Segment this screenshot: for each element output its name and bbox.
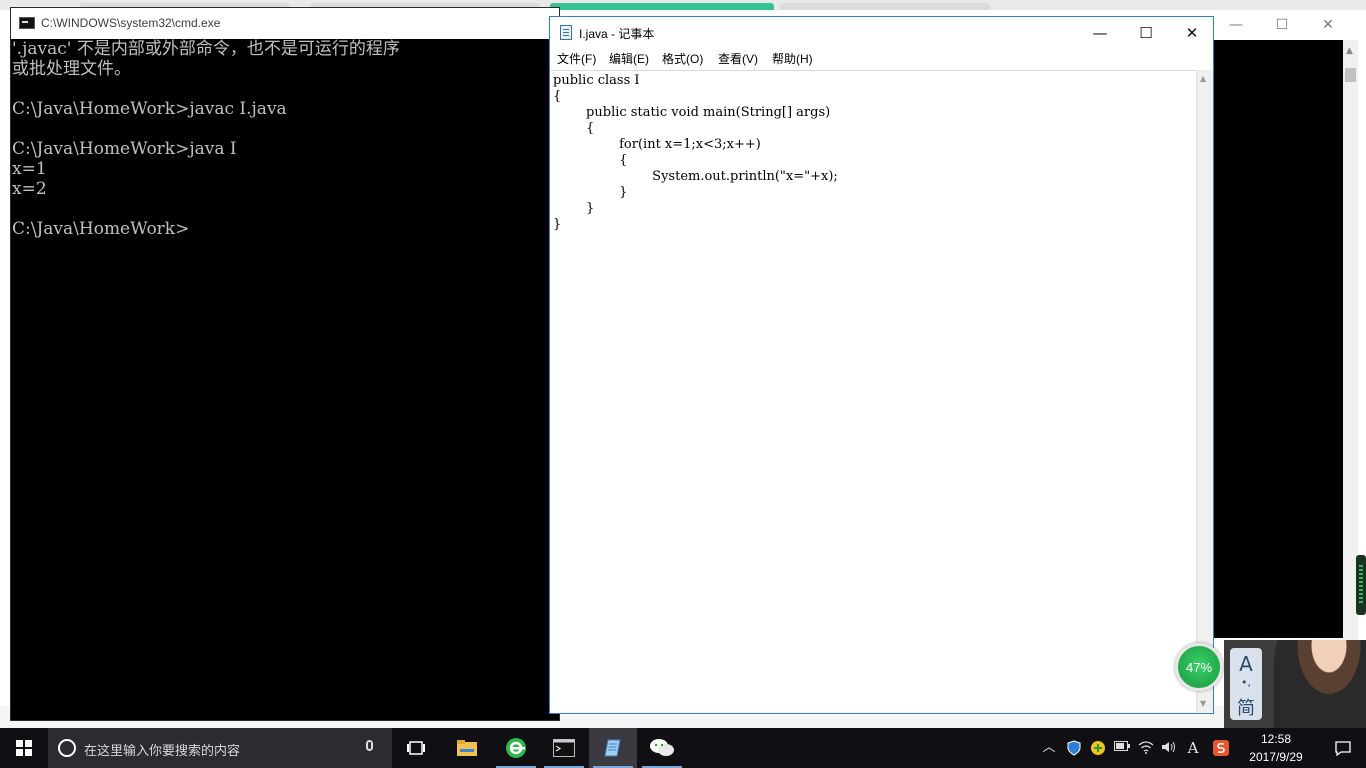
security-plus-icon[interactable] — [1090, 740, 1106, 756]
taskbar: 在这里输入你要搜索的内容 ︿ A 12:58 2017/9/29 — [0, 728, 1366, 768]
menu-edit[interactable]: 编辑(E) — [609, 50, 649, 67]
notepad-icon — [560, 25, 572, 40]
windows-icon — [16, 740, 32, 756]
notepad-window-title: I.java - 记事本 — [579, 27, 655, 41]
cmd-titlebar[interactable]: C:\WINDOWS\system32\cmd.exe — [11, 8, 559, 39]
notepad-titlebar[interactable]: I.java - 记事本 — ☐ ✕ — [550, 17, 1213, 48]
taskbar-clock[interactable]: 12:58 2017/9/29 — [1236, 730, 1316, 766]
memory-speed-ball[interactable]: 47% — [1175, 643, 1223, 691]
source-code-text: public class I { public static void main… — [553, 73, 838, 232]
browser-tab[interactable] — [780, 3, 990, 10]
console-prompt-line: C:\Java\HomeWork> — [12, 219, 190, 239]
taskbar-app-notepad[interactable] — [589, 728, 637, 768]
scroll-up-icon[interactable]: ▲ — [1346, 46, 1353, 56]
terminal-icon — [19, 17, 35, 29]
cmd-window[interactable]: C:\WINDOWS\system32\cmd.exe '.javac' 不是内… — [11, 8, 559, 720]
wifi-icon[interactable] — [1138, 740, 1154, 756]
menu-help[interactable]: 帮助(H) — [772, 50, 813, 67]
scroll-down-icon[interactable]: ▼ — [1200, 699, 1206, 708]
minimize-button[interactable]: — — [1077, 17, 1123, 48]
clock-time: 12:58 — [1260, 732, 1292, 746]
ime-simplified-glyph[interactable]: 简 — [1230, 694, 1262, 720]
notification-icon — [1335, 740, 1351, 756]
volume-icon[interactable] — [1161, 740, 1177, 756]
sogou-ime-icon[interactable] — [1213, 740, 1229, 756]
browser-window-controls: — ☐ ✕ — [1213, 10, 1366, 40]
shield-icon[interactable] — [1066, 740, 1082, 756]
console-line: x=2 — [12, 179, 47, 199]
system-tray — [1036, 728, 1366, 768]
taskbar-app-wechat[interactable] — [638, 728, 686, 768]
notepad-vertical-scrollbar[interactable]: ▲ ▼ — [1196, 70, 1213, 712]
minimize-icon[interactable]: — — [1213, 10, 1259, 40]
memory-usage-label: 47% — [1185, 659, 1213, 675]
taskbar-app-file-explorer[interactable] — [443, 728, 491, 768]
browser-tab-active[interactable] — [550, 3, 774, 10]
side-panel-handle[interactable] — [1356, 555, 1366, 615]
cmd-window-title: C:\WINDOWS\system32\cmd.exe — [41, 16, 221, 30]
notepad-icon — [604, 739, 621, 757]
taskbar-app-360-browser[interactable] — [492, 728, 540, 768]
chevron-up-icon[interactable]: ︿ — [1041, 740, 1057, 756]
browser-icon — [506, 738, 526, 758]
notepad-text-area[interactable]: public class I { public static void main… — [551, 70, 1196, 713]
task-view-button[interactable] — [392, 728, 440, 768]
console-line: x=1 — [12, 159, 47, 179]
maximize-icon[interactable]: ☐ — [1259, 10, 1305, 40]
browser-content-area — [1213, 40, 1343, 638]
action-center-button[interactable] — [1320, 728, 1366, 768]
task-view-icon — [407, 741, 425, 755]
input-language-indicator[interactable]: A — [1185, 740, 1201, 756]
wechat-icon — [650, 739, 674, 756]
console-line: '.javac' 不是内部或外部命令，也不是可运行的程序 — [12, 39, 400, 59]
scrollbar-thumb[interactable] — [1345, 68, 1356, 82]
menu-view[interactable]: 查看(V) — [718, 50, 758, 67]
menu-file[interactable]: 文件(F) — [557, 50, 596, 67]
ime-mode-glyph[interactable]: A — [1230, 652, 1262, 676]
console-line: C:\Java\HomeWork>java I — [12, 139, 237, 159]
taskbar-search-box[interactable]: 在这里输入你要搜索的内容 — [48, 728, 392, 768]
ime-floating-toolbar: A •, 简 — [1224, 640, 1366, 728]
folder-icon — [457, 740, 477, 756]
scroll-up-icon[interactable]: ▲ — [1200, 74, 1206, 83]
taskbar-app-cmd[interactable] — [540, 728, 588, 768]
terminal-icon — [553, 739, 575, 757]
close-button[interactable]: ✕ — [1169, 17, 1215, 48]
maximize-button[interactable]: ☐ — [1123, 17, 1169, 48]
cmd-console-output[interactable]: '.javac' 不是内部或外部命令，也不是可运行的程序 或批处理文件。 C:\… — [11, 39, 559, 720]
menu-format[interactable]: 格式(O) — [662, 50, 703, 67]
ime-punctuation-glyph[interactable]: •, — [1230, 676, 1262, 689]
search-input[interactable]: 在这里输入你要搜索的内容 — [84, 740, 240, 759]
cortana-icon — [58, 739, 76, 757]
notepad-menubar: 文件(F) 编辑(E) 格式(O) 查看(V) 帮助(H) — [550, 48, 1213, 68]
battery-icon[interactable] — [1114, 740, 1130, 756]
console-line: C:\Java\HomeWork>javac I.java — [12, 99, 287, 119]
start-button[interactable] — [0, 728, 48, 768]
clock-date: 2017/9/29 — [1249, 750, 1303, 764]
notepad-window[interactable]: I.java - 记事本 — ☐ ✕ 文件(F) 编辑(E) 格式(O) 查看(… — [549, 16, 1214, 714]
avatar — [1274, 640, 1366, 728]
close-icon[interactable]: ✕ — [1305, 10, 1351, 40]
console-line: 或批处理文件。 — [12, 59, 131, 79]
ime-panel[interactable]: A •, 简 — [1230, 648, 1262, 720]
microphone-icon[interactable] — [366, 740, 373, 751]
